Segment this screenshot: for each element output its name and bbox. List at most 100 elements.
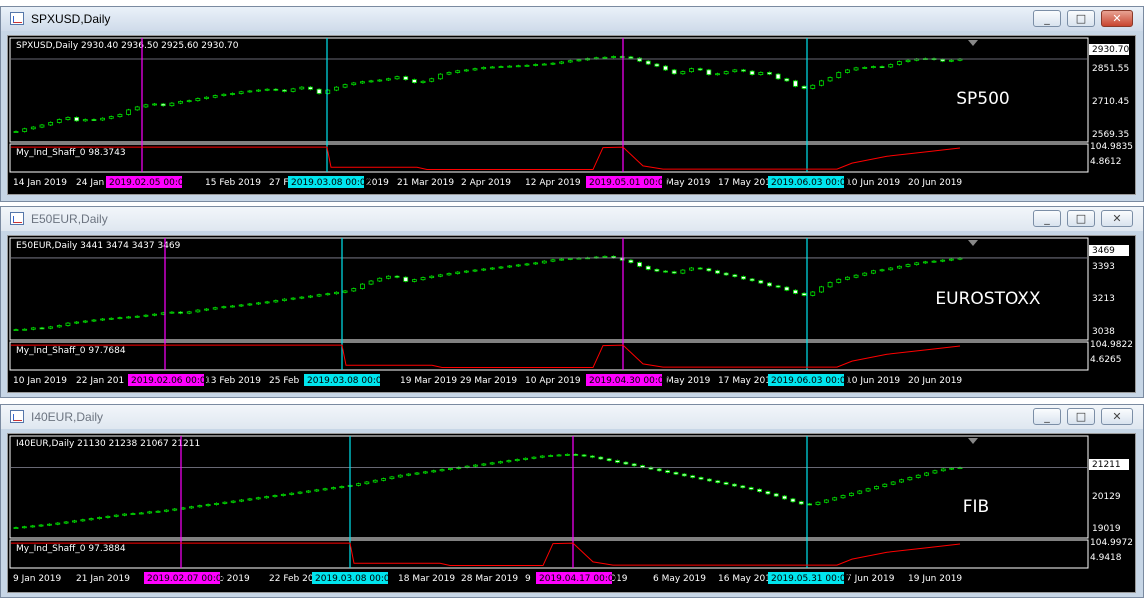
- candle-body: [189, 506, 194, 509]
- chart-canvas[interactable]: I40EUR,Daily 21130 21238 21067 21211 My_I…: [7, 433, 1136, 593]
- candle-body: [339, 486, 345, 489]
- window-titlebar[interactable]: I40EUR,Daily _ □ ✕: [1, 405, 1143, 429]
- date-axis-label: 2 Apr 2019: [461, 178, 511, 188]
- chart-window-i40[interactable]: I40EUR,Daily _ □ ✕ I40EUR,Daily 21130 21…: [0, 404, 1144, 598]
- chart-canvas[interactable]: E50EUR,Daily 3441 3474 3437 3469 My_Ind_S…: [7, 235, 1136, 393]
- vertical-line-date-tag: 2019.02.07 00:00: [147, 574, 228, 584]
- candle-body: [446, 273, 452, 276]
- candle-body: [564, 453, 570, 456]
- candle-body: [414, 472, 420, 475]
- candle-body: [117, 114, 123, 117]
- candle-body: [299, 86, 305, 90]
- candle-body: [533, 64, 539, 66]
- date-axis-label: 19 Mar 2019: [400, 376, 457, 386]
- candle-body: [784, 78, 790, 82]
- close-button[interactable]: ✕: [1101, 210, 1133, 227]
- indicator-line: [11, 344, 961, 369]
- vertical-line-date-tag: 2019.05.01 00:00: [589, 178, 670, 188]
- minimize-button[interactable]: _: [1033, 408, 1061, 425]
- candle-body: [22, 128, 28, 132]
- maximize-icon: □: [1075, 12, 1087, 25]
- indicator-line: [11, 542, 961, 567]
- date-axis-label: 21 Jan 2019: [76, 574, 130, 584]
- candle-body: [541, 63, 547, 66]
- shift-marker-icon: [968, 240, 978, 246]
- candle-body: [862, 67, 868, 69]
- candle-body: [732, 483, 737, 487]
- candle-body: [256, 89, 261, 92]
- candle-body: [272, 495, 278, 498]
- candle-body: [715, 73, 720, 76]
- window-titlebar[interactable]: SPXUSD,Daily _ □ ✕: [1, 7, 1143, 31]
- candle-body: [230, 305, 235, 308]
- candle-body: [723, 71, 729, 75]
- candle-body: [853, 67, 859, 71]
- candle-body: [56, 325, 62, 328]
- candle-body: [567, 258, 573, 260]
- candle-body: [334, 291, 339, 295]
- main-panel-frame: [9, 435, 1089, 539]
- candle-body: [463, 270, 469, 273]
- candle-body: [13, 131, 19, 133]
- vertical-line-date-tag: 2019.04.30 00:00: [589, 376, 670, 386]
- candle-body: [741, 276, 746, 280]
- candle-body: [126, 109, 131, 115]
- candle-body: [775, 285, 781, 288]
- candle-body: [832, 497, 838, 501]
- candle-body: [924, 472, 929, 476]
- candle-body: [394, 275, 400, 278]
- candle-body: [879, 66, 885, 68]
- candle-body: [640, 465, 645, 468]
- minimize-button[interactable]: _: [1033, 210, 1061, 227]
- candle-body: [531, 456, 537, 459]
- candle-body: [372, 479, 378, 483]
- indicator-axis-label: 4.8612: [1090, 157, 1122, 167]
- candle-body: [590, 455, 595, 458]
- close-button[interactable]: ✕: [1101, 10, 1133, 27]
- chart-window-e50[interactable]: E50EUR,Daily _ □ ✕ E50EUR,Daily 3441 347…: [0, 206, 1144, 398]
- candle-body: [186, 311, 192, 314]
- minimize-button[interactable]: _: [1033, 10, 1061, 27]
- candle-body: [915, 474, 921, 478]
- candle-body: [289, 492, 295, 495]
- candle-body: [559, 258, 565, 261]
- candle-body: [815, 501, 821, 505]
- candle-body: [706, 69, 712, 75]
- maximize-button[interactable]: □: [1067, 10, 1095, 27]
- date-axis-label: 15 Feb 2019: [205, 178, 261, 188]
- candle-body: [377, 79, 383, 82]
- chart-window-spx[interactable]: SPXUSD,Daily _ □ ✕ SPXUSD,Daily 2930.40 …: [0, 6, 1144, 202]
- candle-body: [255, 497, 261, 500]
- candle-body: [631, 463, 637, 467]
- candle-body: [793, 289, 798, 294]
- candle-body: [381, 478, 386, 481]
- candle-body: [290, 297, 296, 300]
- candle-body: [147, 511, 153, 514]
- candle-body: [473, 464, 478, 467]
- candle-body: [689, 267, 694, 271]
- candle-body: [325, 293, 331, 296]
- close-button[interactable]: ✕: [1101, 408, 1133, 425]
- candle-body: [186, 100, 192, 103]
- window-titlebar[interactable]: E50EUR,Daily _ □ ✕: [1, 207, 1143, 231]
- chart-canvas[interactable]: SPXUSD,Daily 2930.40 2936.50 2925.60 293…: [7, 35, 1136, 195]
- candle-body: [914, 262, 920, 266]
- candle-body: [931, 260, 937, 263]
- maximize-button[interactable]: □: [1067, 210, 1095, 227]
- date-axis-label: 24 Jan: [76, 178, 104, 188]
- candle-body: [819, 80, 824, 86]
- price-axis-label: 3469: [1092, 246, 1115, 256]
- candle-body: [940, 468, 946, 472]
- candle-body: [212, 307, 218, 310]
- candle-body: [364, 481, 370, 485]
- maximize-button[interactable]: □: [1067, 408, 1095, 425]
- candle-body: [30, 126, 36, 130]
- candle-body: [472, 269, 478, 272]
- candle-body: [464, 465, 470, 468]
- candle-body: [397, 474, 403, 478]
- candle-body: [134, 315, 140, 318]
- chart-header-text: I40EUR,Daily 21130 21238 21067 21211: [16, 439, 200, 449]
- chart-watermark-label: FIB: [963, 497, 989, 517]
- candle-body: [117, 317, 123, 320]
- candle-body: [506, 460, 512, 463]
